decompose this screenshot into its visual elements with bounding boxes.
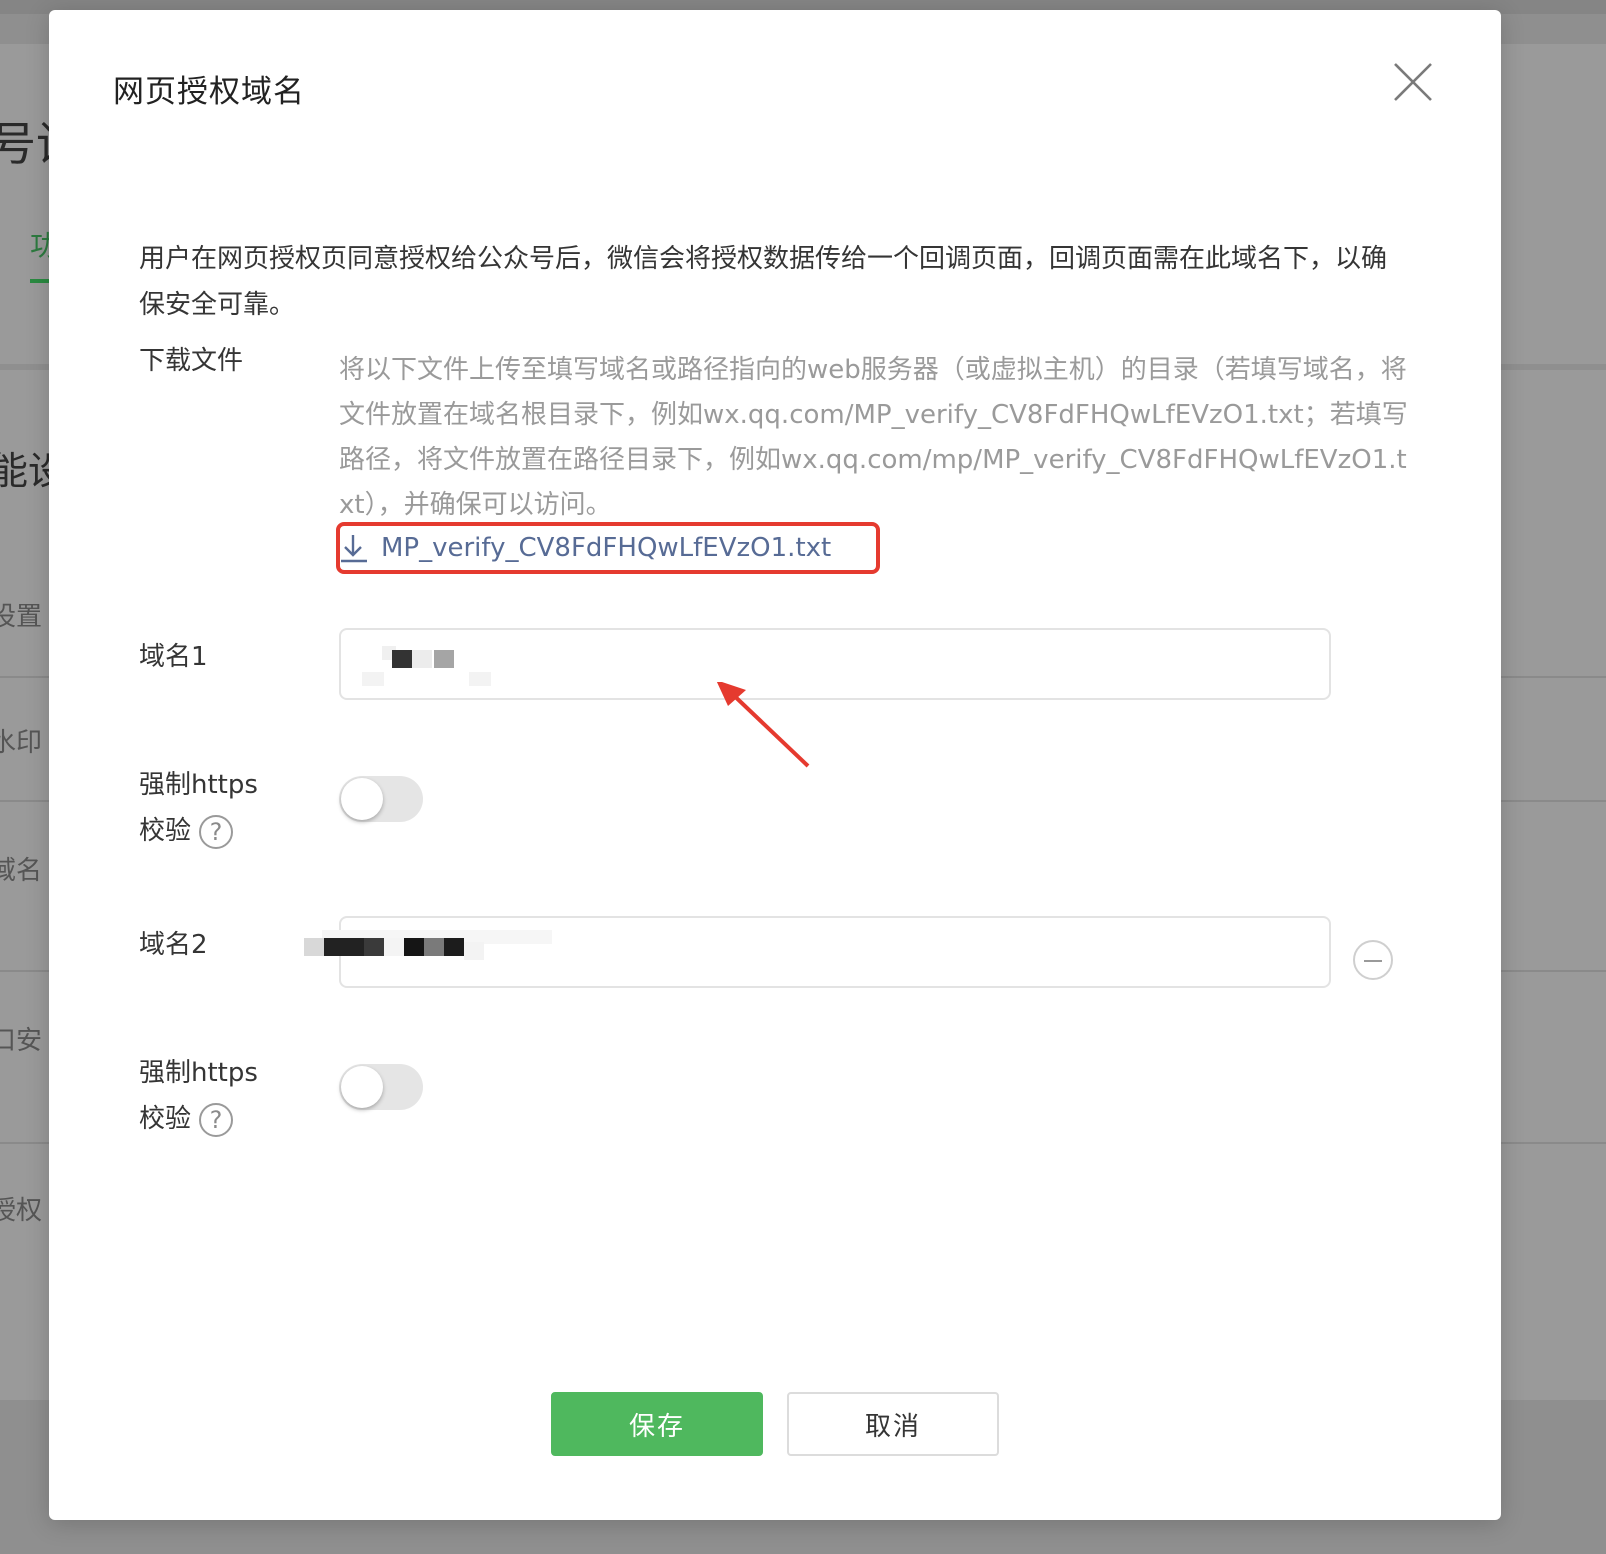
- cancel-button[interactable]: 取消: [787, 1392, 999, 1456]
- download-description: 将以下文件上传至填写域名或路径指向的web服务器（或虚拟主机）的目录（若填写域名…: [339, 355, 1408, 520]
- domain1-label: 域名1: [139, 642, 208, 672]
- https2-label-line1: 强制https: [139, 1058, 258, 1088]
- bg-tab-underline: [30, 279, 50, 283]
- auth-domain-dialog: 网页授权域名 用户在网页授权页同意授权给公众号后，微信会将授权数据传给一个回调页…: [49, 10, 1501, 1520]
- close-icon: [1394, 63, 1432, 101]
- domain1-input[interactable]: [339, 628, 1331, 700]
- download-icon: [341, 535, 367, 563]
- download-file-link[interactable]: MP_verify_CV8FdFHQwLfEVzO1.txt: [339, 526, 831, 570]
- download-label: 下载文件: [139, 346, 244, 376]
- https1-toggle[interactable]: [339, 776, 423, 822]
- download-file-name: MP_verify_CV8FdFHQwLfEVzO1.txt: [381, 533, 832, 563]
- domain2-input[interactable]: [339, 916, 1331, 988]
- toggle-knob: [341, 778, 383, 820]
- bg-menu-item: 水印: [0, 728, 43, 758]
- https1-label-line2: 校验?: [139, 808, 258, 854]
- bg-menu-item: 授权: [0, 1196, 43, 1226]
- bg-menu-item: 域名: [0, 856, 43, 886]
- toggle-knob: [341, 1066, 383, 1108]
- dialog-title: 网页授权域名: [113, 74, 305, 110]
- domain2-label: 域名2: [139, 930, 208, 960]
- help-icon[interactable]: ?: [199, 1102, 234, 1137]
- remove-domain2-button[interactable]: [1353, 940, 1393, 980]
- https1-label-line2-text: 校验: [139, 816, 192, 846]
- https1-label: 强制https 校验?: [139, 762, 258, 854]
- help-icon[interactable]: ?: [199, 814, 234, 849]
- bg-menu-item: 设置: [0, 602, 43, 632]
- https1-label-line1: 强制https: [139, 770, 258, 800]
- bg-menu-item: 口安: [0, 1026, 43, 1056]
- https2-toggle[interactable]: [339, 1064, 423, 1110]
- intro-text: 用户在网页授权页同意授权给公众号后，微信会将授权数据传给一个回调页面，回调页面需…: [139, 244, 1388, 320]
- save-button[interactable]: 保存: [551, 1392, 763, 1456]
- https2-label-line2-text: 校验: [139, 1104, 192, 1134]
- https2-label: 强制https 校验?: [139, 1050, 258, 1142]
- https2-label-line2: 校验?: [139, 1096, 258, 1142]
- close-button[interactable]: [1391, 60, 1435, 104]
